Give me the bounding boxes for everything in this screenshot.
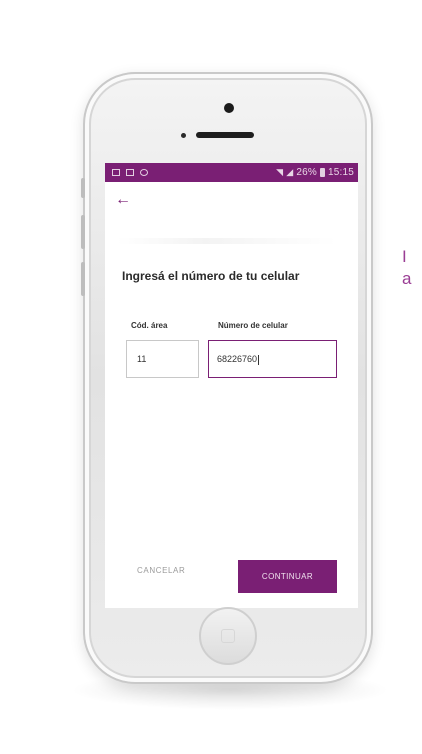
page-title: Ingresá el número de tu celular bbox=[122, 269, 300, 283]
continue-button[interactable]: CONTINUAR bbox=[238, 560, 337, 593]
phone-number-input[interactable]: 68226760 bbox=[208, 340, 337, 378]
home-square-icon bbox=[221, 629, 235, 643]
status-bar: ◥ ◢ 26% 15:15 bbox=[105, 163, 358, 182]
mute-switch bbox=[81, 178, 85, 198]
earpiece-speaker bbox=[196, 132, 254, 138]
front-camera-icon bbox=[224, 103, 234, 113]
battery-percent: 26% bbox=[296, 167, 317, 178]
faded-subtitle bbox=[117, 238, 337, 244]
side-caption-line-2: a bbox=[402, 269, 412, 288]
status-indicators: ◥ ◢ 26% 15:15 bbox=[276, 163, 354, 182]
wifi-icon: ◥ bbox=[276, 167, 284, 177]
battery-icon bbox=[319, 168, 325, 177]
phone-screen: ◥ ◢ 26% 15:15 ← Ingresá el número de tu … bbox=[105, 163, 358, 608]
area-code-input[interactable]: 11 bbox=[126, 340, 199, 378]
status-notification-icons bbox=[112, 163, 148, 182]
volume-down-button bbox=[81, 262, 85, 296]
text-caret bbox=[258, 354, 260, 365]
phone-number-value: 68226760 bbox=[217, 354, 258, 364]
back-arrow-icon[interactable]: ← bbox=[115, 192, 131, 208]
proximity-sensor bbox=[181, 133, 186, 138]
area-code-label: Cód. área bbox=[131, 321, 168, 330]
volume-up-button bbox=[81, 215, 85, 249]
phone-number-label: Número de celular bbox=[218, 321, 288, 330]
clock-time: 15:15 bbox=[327, 167, 354, 178]
stage: ◥ ◢ 26% 15:15 ← Ingresá el número de tu … bbox=[0, 0, 422, 754]
home-button[interactable] bbox=[199, 607, 257, 665]
save-notification-icon bbox=[126, 169, 134, 176]
area-code-value: 11 bbox=[137, 354, 147, 364]
signal-icon: ◢ bbox=[286, 167, 294, 177]
side-caption-line-1: I bbox=[402, 247, 407, 266]
side-caption: I a bbox=[402, 246, 411, 290]
app-notification-icon bbox=[140, 169, 148, 176]
cancel-button[interactable]: CANCELAR bbox=[137, 566, 185, 575]
image-notification-icon bbox=[112, 169, 120, 176]
